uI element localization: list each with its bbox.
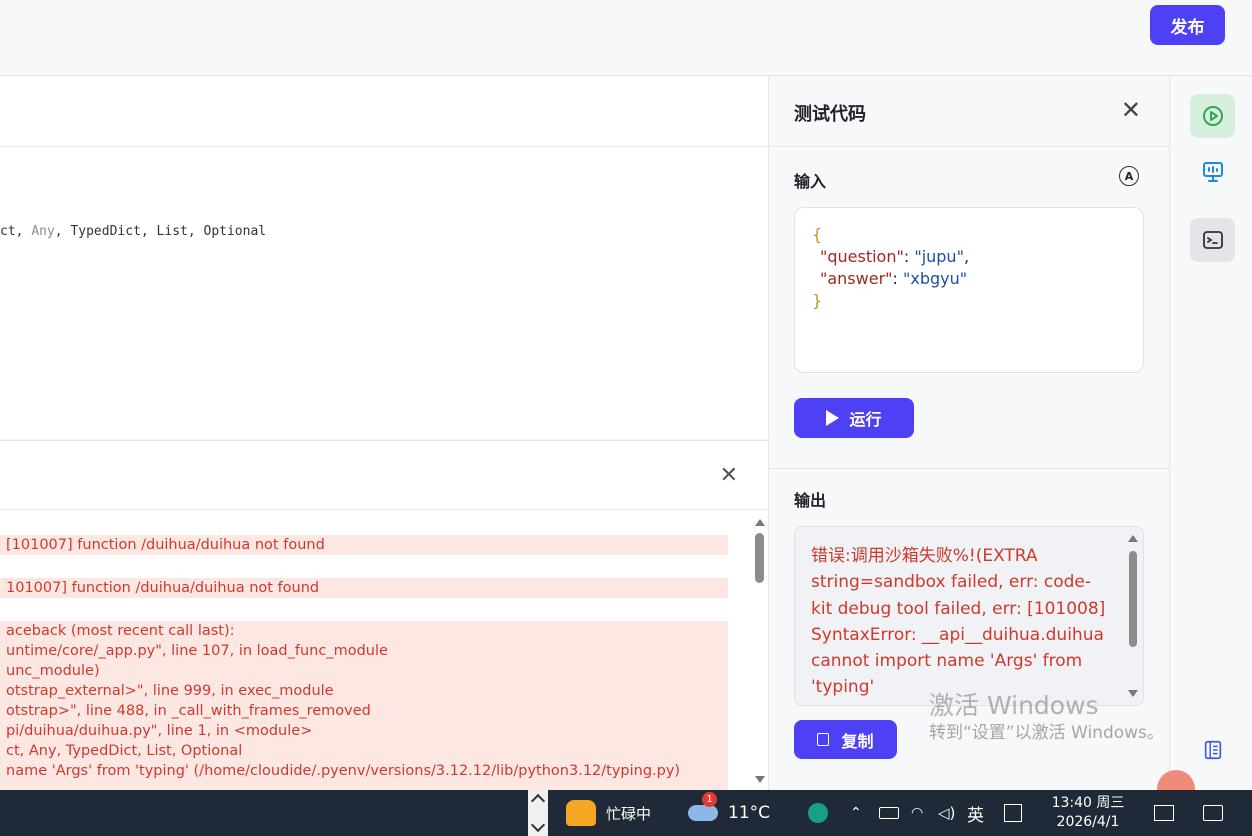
- taskbar: 忙碌中 1 11°C ⌃ ◠ ◁) 英 13:40 周三 2026/4/1: [0, 790, 1252, 836]
- log-entry: pi/duihua/duihua.py", line 1, in <module…: [0, 721, 728, 741]
- green-app-icon: [808, 803, 828, 823]
- traceback-block: aceback (most recent call last): untime/…: [0, 621, 728, 791]
- input-label: 输入: [794, 172, 827, 191]
- json-brace: }: [812, 291, 823, 310]
- log-body: [101007] function /duihua/duihua not fou…: [0, 511, 728, 791]
- log-entry: 101007] function /duihua/duihua not foun…: [0, 578, 728, 598]
- log-entry: ct, Any, TypedDict, List, Optional: [0, 741, 728, 761]
- auto-generate-icon[interactable]: A: [1119, 166, 1139, 186]
- panel-title: 测试代码: [794, 104, 866, 125]
- output-label: 输出: [794, 491, 827, 510]
- play-icon: [826, 410, 840, 426]
- book-icon[interactable]: [1190, 728, 1235, 772]
- log-scrollbar[interactable]: [752, 511, 766, 791]
- copy-icon: [817, 733, 830, 746]
- close-icon[interactable]: ✕: [720, 463, 738, 488]
- cloud-icon: 1: [688, 792, 718, 821]
- json-value: "jupu": [914, 247, 964, 266]
- scroll-thumb[interactable]: [1129, 551, 1137, 647]
- monitor-icon[interactable]: [1190, 150, 1235, 194]
- top-bar: 发布: [0, 0, 1252, 76]
- close-icon[interactable]: ✕: [1121, 96, 1141, 124]
- copy-label: 复制: [841, 731, 874, 751]
- temperature: 11°C: [728, 803, 771, 823]
- chevron-up-icon[interactable]: [530, 793, 546, 809]
- log-entry: aceback (most recent call last):: [0, 621, 728, 641]
- code-text: , TypedDict, List, Optional: [54, 224, 267, 239]
- code-text-dim: Any: [31, 224, 55, 239]
- ime-mode-icon[interactable]: [1004, 790, 1022, 836]
- debug-log-panel: ✕ [101007] function /duihua/duihua not f…: [0, 440, 769, 791]
- log-entry: [101007] function /duihua/duihua not fou…: [0, 535, 728, 555]
- scroll-thumb[interactable]: [755, 533, 764, 583]
- json-line: "question": "jupu",: [820, 247, 970, 266]
- code-line: ct, Any, TypedDict, List, Optional: [0, 224, 266, 239]
- weather-widget[interactable]: 1 11°C: [688, 790, 770, 836]
- ime-language[interactable]: 英: [967, 790, 984, 836]
- log-entry: name 'Args' from 'typing' (/home/cloudid…: [0, 761, 728, 781]
- terminal-icon[interactable]: [1190, 218, 1235, 262]
- notification-icon[interactable]: [1203, 790, 1223, 836]
- right-rail: [1170, 76, 1252, 790]
- output-text: 错误:调用沙箱失败%!(EXTRA string=sandbox failed,…: [811, 546, 1106, 698]
- log-entry: otstrap>", line 488, in _call_with_frame…: [0, 701, 728, 721]
- log-entry: otstrap_external>", line 999, in exec_mo…: [0, 681, 728, 701]
- watermark-subtitle: 转到“设置”以激活 Windows。: [929, 723, 1164, 743]
- publish-button[interactable]: 发布: [1150, 5, 1225, 45]
- editor-header: [0, 76, 768, 147]
- code-text: ct,: [0, 224, 32, 239]
- clock-time: 13:40 周三: [1051, 795, 1125, 811]
- scroll-up-icon[interactable]: [1128, 535, 1138, 542]
- weather-badge: 1: [702, 792, 717, 807]
- test-code-panel: 测试代码 ✕ 输入 A { "question": "jupu", "answe…: [769, 76, 1170, 790]
- json-line: "answer": "xbgyu": [820, 269, 968, 288]
- chevron-up-icon[interactable]: ⌃: [850, 790, 862, 836]
- log-header: ✕: [0, 441, 768, 510]
- app-icon[interactable]: [808, 790, 828, 836]
- code-editor[interactable]: ct, Any, TypedDict, List, Optional: [0, 76, 769, 439]
- log-entry: unc_module): [0, 661, 728, 681]
- busy-label: 忙碌中: [606, 804, 652, 823]
- output-box: 错误:调用沙箱失败%!(EXTRA string=sandbox failed,…: [794, 526, 1144, 706]
- json-key: "answer": [820, 269, 893, 288]
- input-json-editor[interactable]: { "question": "jupu", "answer": "xbgyu" …: [794, 207, 1144, 373]
- watermark-title: 激活 Windows: [929, 691, 1099, 720]
- log-entry: untime/core/_app.py", line 107, in load_…: [0, 641, 728, 661]
- divider: [769, 468, 1169, 469]
- busy-status[interactable]: 忙碌中: [566, 790, 651, 836]
- run-button[interactable]: 运行: [794, 398, 914, 438]
- play-circle-icon[interactable]: [1190, 94, 1235, 138]
- system-clock[interactable]: 13:40 周三 2026/4/1: [1040, 794, 1136, 832]
- json-value: "xbgyu": [903, 269, 968, 288]
- output-scrollbar[interactable]: [1127, 531, 1139, 701]
- tablet-mode-icon[interactable]: [1154, 790, 1174, 836]
- copy-button[interactable]: 复制: [794, 720, 897, 759]
- wifi-icon[interactable]: ◠: [911, 790, 923, 836]
- volume-icon[interactable]: ◁): [938, 790, 955, 836]
- scroll-down-icon[interactable]: [755, 776, 765, 783]
- json-key: "question": [820, 247, 904, 266]
- clock-date: 2026/4/1: [1056, 814, 1120, 830]
- scroll-up-icon[interactable]: [755, 519, 765, 526]
- taskbar-scroll[interactable]: [528, 790, 548, 836]
- battery-icon[interactable]: [879, 790, 899, 836]
- scroll-down-icon[interactable]: [1128, 690, 1138, 697]
- json-brace: {: [812, 225, 823, 244]
- run-label: 运行: [849, 410, 882, 429]
- chevron-down-icon[interactable]: [530, 817, 546, 833]
- divider: [769, 146, 1169, 147]
- chair-icon: [566, 800, 596, 826]
